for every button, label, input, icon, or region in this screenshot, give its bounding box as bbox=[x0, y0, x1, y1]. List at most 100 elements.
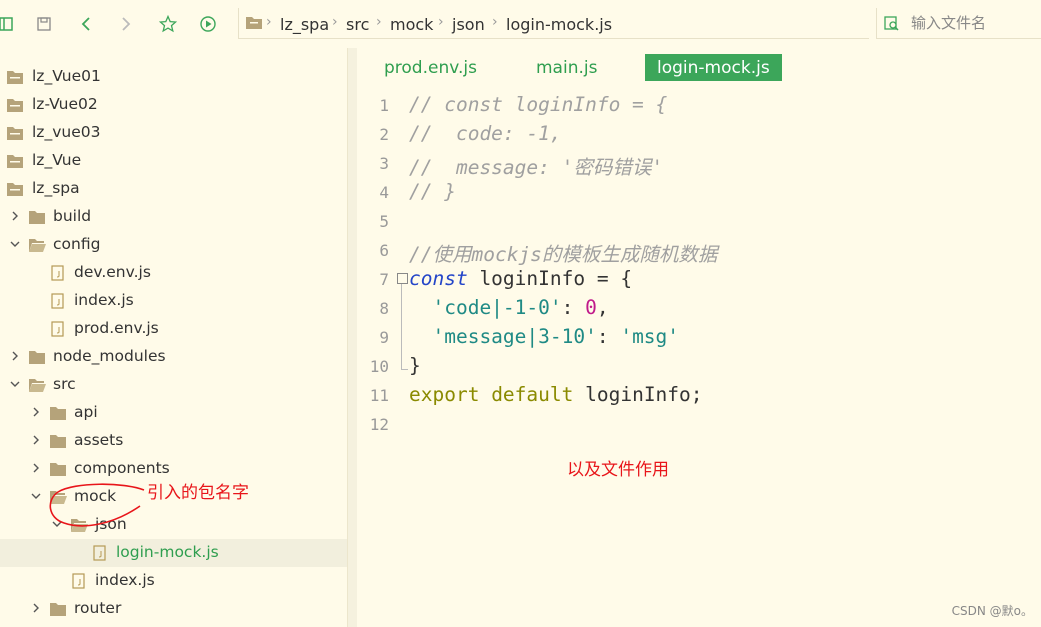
tree-item-folder[interactable]: api bbox=[0, 399, 347, 427]
code-line: 6 //使用mockjs的模板生成随机数据 bbox=[357, 237, 1041, 266]
chevron-right-icon[interactable] bbox=[9, 350, 21, 362]
line-number: 11 bbox=[369, 386, 389, 405]
project-icon bbox=[7, 155, 23, 168]
folder-icon bbox=[50, 435, 66, 448]
tree-item-folder[interactable]: config bbox=[0, 231, 347, 259]
line-number: 3 bbox=[379, 154, 389, 173]
tree-item-folder[interactable]: node_modules bbox=[0, 343, 347, 371]
project-icon bbox=[7, 99, 23, 112]
breadcrumb-item[interactable]: mock bbox=[390, 15, 433, 34]
js-file-icon bbox=[51, 321, 64, 337]
chevron-right-icon[interactable] bbox=[30, 462, 42, 474]
tree-item-folder[interactable]: router bbox=[0, 595, 347, 623]
chevron-right-icon[interactable] bbox=[30, 434, 42, 446]
breadcrumb-item[interactable]: lz_spa bbox=[280, 15, 329, 34]
tree-item-label: src bbox=[53, 375, 76, 393]
tree-item-project[interactable]: lz-Vue02 bbox=[0, 91, 347, 119]
line-number: 10 bbox=[369, 357, 389, 376]
tree-item-label: login-mock.js bbox=[116, 543, 219, 561]
tree-item-folder[interactable]: build bbox=[0, 203, 347, 231]
code-keyword: export bbox=[409, 383, 480, 406]
folder-icon bbox=[29, 211, 45, 224]
tree-item-label: lz_Vue01 bbox=[32, 67, 101, 85]
chevron-down-icon[interactable] bbox=[9, 378, 21, 390]
code-punct: : bbox=[561, 296, 586, 319]
fold-toggle-icon[interactable] bbox=[397, 273, 408, 284]
tree-item-project[interactable]: lz_Vue01 bbox=[0, 63, 347, 91]
tree-item-folder[interactable]: src bbox=[0, 371, 347, 399]
fold-guide bbox=[401, 284, 408, 370]
chevron-right-icon[interactable] bbox=[30, 406, 42, 418]
chevron-down-icon[interactable] bbox=[30, 490, 42, 502]
code-line: 7 const loginInfo = { bbox=[357, 266, 1041, 295]
breadcrumb-item[interactable]: src bbox=[346, 15, 369, 34]
code-comment: // } bbox=[409, 180, 456, 203]
code-line: 3 // message: '密码错误' bbox=[357, 150, 1041, 179]
tab-login-mock[interactable]: login-mock.js bbox=[645, 54, 782, 81]
file-search-icon bbox=[883, 14, 901, 36]
tree-item-label: assets bbox=[74, 431, 124, 449]
breadcrumb-item[interactable]: json bbox=[452, 15, 485, 34]
code-string: 'msg' bbox=[620, 325, 680, 348]
chevron-right-icon[interactable] bbox=[9, 210, 21, 222]
breadcrumb-separator-icon: › bbox=[438, 14, 444, 30]
code-editor[interactable]: prod.env.js main.js login-mock.js 1 // c… bbox=[357, 48, 1041, 627]
tree-item-project[interactable]: lz_vue03 bbox=[0, 119, 347, 147]
run-icon[interactable] bbox=[196, 12, 220, 36]
code-comment: // const loginInfo = { bbox=[409, 93, 668, 116]
forward-arrow-icon[interactable] bbox=[114, 12, 138, 36]
sidebar-toggle-icon[interactable] bbox=[0, 12, 18, 36]
folder-icon bbox=[50, 603, 66, 616]
tree-item-file[interactable]: prod.env.js bbox=[0, 315, 347, 343]
code-comment: // message: '密码错误' bbox=[409, 156, 664, 179]
tree-item-label: node_modules bbox=[53, 347, 166, 365]
tab-main[interactable]: main.js bbox=[536, 54, 597, 81]
file-search-input[interactable] bbox=[911, 13, 1036, 33]
js-file-icon bbox=[51, 293, 64, 309]
save-icon[interactable] bbox=[32, 12, 56, 36]
breadcrumb-separator-icon: › bbox=[266, 14, 272, 30]
project-tree: lz_Vue01 lz-Vue02 lz_vue03 lz_Vue lz_spa… bbox=[0, 48, 347, 627]
line-number: 1 bbox=[379, 96, 389, 115]
code-text: 'code|-1-0': 0, bbox=[409, 296, 609, 319]
tree-item-project[interactable]: lz_spa bbox=[0, 175, 347, 203]
back-arrow-icon[interactable] bbox=[74, 12, 98, 36]
tab-prod-env[interactable]: prod.env.js bbox=[384, 54, 477, 81]
tree-item-file-selected[interactable]: login-mock.js bbox=[0, 539, 347, 567]
toolbar: › lz_spa › src › mock › json › login-moc… bbox=[0, 0, 1041, 48]
breadcrumb-separator-icon: › bbox=[492, 14, 498, 30]
chevron-right-icon[interactable] bbox=[30, 602, 42, 614]
tree-item-folder[interactable]: assets bbox=[0, 427, 347, 455]
code-text: const loginInfo = { bbox=[409, 267, 632, 290]
chevron-down-icon[interactable] bbox=[9, 238, 21, 250]
breadcrumb-item[interactable]: login-mock.js bbox=[506, 15, 612, 34]
project-icon bbox=[7, 183, 23, 196]
js-file-icon bbox=[72, 573, 85, 589]
tree-item-label: dev.env.js bbox=[74, 263, 151, 281]
annotation-file-note: 以及文件作用 bbox=[567, 460, 669, 480]
line-number: 2 bbox=[379, 125, 389, 144]
code-keyword: default bbox=[479, 383, 574, 406]
panel-splitter[interactable] bbox=[347, 48, 357, 627]
star-icon[interactable] bbox=[156, 12, 180, 36]
code-punct: : bbox=[596, 325, 621, 348]
tree-item-label: config bbox=[53, 235, 101, 253]
line-number: 9 bbox=[379, 328, 389, 347]
line-number: 7 bbox=[379, 270, 389, 289]
tree-item-project[interactable]: lz_Vue bbox=[0, 147, 347, 175]
line-number: 6 bbox=[379, 241, 389, 260]
tree-item-file[interactable]: dev.env.js bbox=[0, 259, 347, 287]
code-identifier: loginInfo; bbox=[573, 383, 703, 406]
folder-open-icon bbox=[29, 379, 46, 392]
tree-item-file[interactable]: index.js bbox=[0, 567, 347, 595]
code-text: export default loginInfo; bbox=[409, 383, 703, 406]
tree-item-label: api bbox=[74, 403, 98, 421]
folder-open-icon bbox=[29, 239, 46, 252]
code-line: 11 export default loginInfo; bbox=[357, 382, 1041, 411]
tree-item-label: lz_vue03 bbox=[32, 123, 101, 141]
annotation-package-note: 引入的包名字 bbox=[147, 483, 249, 503]
tree-item-file[interactable]: index.js bbox=[0, 287, 347, 315]
tree-item-label: components bbox=[74, 459, 170, 477]
code-punct: , bbox=[596, 296, 609, 319]
tree-item-label: index.js bbox=[74, 291, 134, 309]
